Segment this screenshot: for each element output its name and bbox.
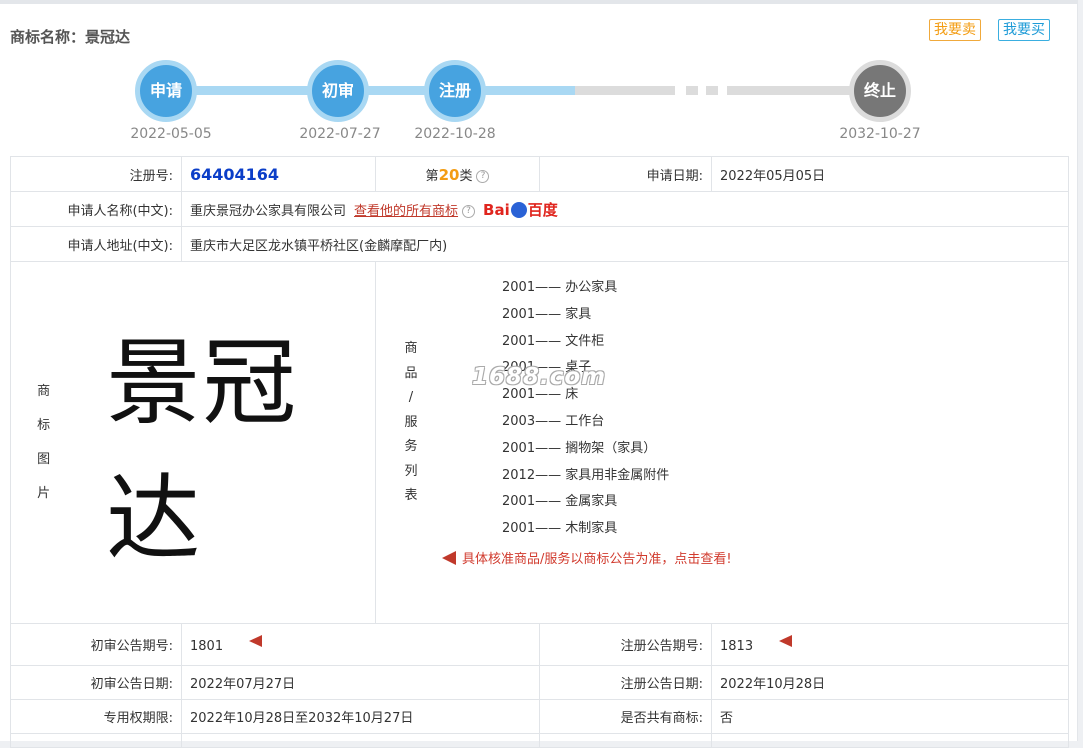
list-item: 2001—— 搁物架（家具） [502, 440, 657, 456]
list-item: 2001—— 木制家具 [502, 521, 618, 537]
megaphone-icon[interactable] [249, 635, 263, 647]
timeline-progress [165, 86, 575, 95]
megaphone-icon [442, 550, 456, 565]
timeline-date: 2022-07-27 [299, 126, 381, 142]
timeline-node-apply: 申请 [135, 60, 197, 122]
shared-label: 是否共有商标: [539, 699, 712, 734]
apply-date-label: 申请日期: [539, 156, 712, 192]
help-icon[interactable]: ? [476, 169, 490, 183]
mark-image-cell: 商 标 图 片 景冠达 [10, 261, 376, 624]
apply-date-value: 2022年05月05日 [711, 156, 1069, 192]
term-label: 专用权期限: [10, 699, 182, 734]
baidu-paw-icon [510, 201, 527, 218]
list-item: 2001—— 家具 [502, 306, 592, 322]
buy-button[interactable]: 我要买 [998, 19, 1050, 41]
goods-cell: 商 品 / 服 务 列 表 2001—— 办公家具 2001—— 家具 2001… [375, 261, 1069, 624]
list-item: 2001—— 办公家具 [502, 280, 618, 295]
timeline-node-prelim: 初审 [307, 60, 369, 122]
reg-notice-date-label: 注册公告日期: [539, 665, 712, 700]
address-label: 申请人地址(中文): [10, 226, 182, 262]
reg-notice-date-value: 2022年10月28日 [711, 665, 1069, 700]
reg-notice-no-cell: 1813 [711, 623, 1069, 666]
timeline-track [575, 86, 675, 95]
goods-notice-link[interactable]: 具体核准商品/服务以商标公告为准，点击查看! [442, 547, 732, 574]
all-trademarks-link[interactable]: 查看他的所有商标 [354, 204, 458, 219]
prelim-no-label: 初审公告期号: [10, 623, 182, 666]
goods-list-label: 商 品 / 服 务 列 表 [404, 341, 418, 503]
timeline-date: 2032-10-27 [839, 126, 921, 142]
timeline-date: 2022-10-28 [414, 126, 496, 142]
timeline-dot [686, 86, 698, 95]
applicant-name: 重庆景冠办公家具有限公司 [190, 203, 347, 219]
prelim-no-value: 1801 [190, 639, 224, 654]
class-suffix: 类 [459, 168, 473, 184]
sell-button[interactable]: 我要卖 [929, 19, 981, 41]
mark-image-label: 商 标 图 片 [37, 383, 51, 501]
goods-list: 2001—— 办公家具 2001—— 家具 2001—— 文件柜 2001—— … [442, 262, 732, 623]
trademark-image: 景冠达 [106, 328, 299, 574]
address-value: 重庆市大足区龙水镇平桥社区(金麟摩配厂内) [181, 226, 1069, 262]
prelim-date-label: 初审公告日期: [10, 665, 182, 700]
list-item: 2001—— 文件柜 [502, 333, 605, 349]
timeline-dot [706, 86, 718, 95]
baidu-logo-text-cn: 百度 [527, 200, 558, 219]
trademark-info-table: 注册号: 64404164 第20类? 申请日期: 2022年05月05日 申请… [10, 156, 1069, 748]
reg-notice-no-label: 注册公告期号: [539, 623, 712, 666]
page-title: 商标名称：景冠达 [10, 28, 131, 46]
list-item: 2003—— 工作台 [502, 413, 605, 429]
timeline-date: 2022-05-05 [130, 126, 212, 142]
applicant-label: 申请人名称(中文): [10, 191, 182, 227]
timeline-node-end: 终止 [849, 60, 911, 122]
class-number: 20 [438, 165, 460, 184]
timeline-node-register: 注册 [424, 60, 486, 122]
applicant-cell: 重庆景冠办公家具有限公司 查看他的所有商标? Bai 百度 [181, 191, 1069, 227]
prelim-date-value: 2022年07月27日 [181, 665, 540, 700]
shared-value: 否 [711, 699, 1069, 734]
reg-notice-no-value: 1813 [720, 639, 754, 654]
watermark: 1688.com [472, 364, 607, 390]
term-value: 2022年10月28日至2032年10月27日 [181, 699, 540, 734]
list-item: 2012—— 家具用非金属附件 [502, 467, 670, 483]
baidu-logo-text: Bai [483, 200, 510, 219]
baidu-search-link[interactable]: Bai 百度 [483, 201, 558, 219]
trademark-panel: 商标名称：景冠达 我要卖 我要买 申请 初审 注册 终止 2022-05-05 … [0, 0, 1078, 748]
megaphone-icon[interactable] [779, 635, 793, 647]
class-prefix: 第 [425, 168, 439, 184]
class-cell: 第20类? [375, 156, 540, 192]
reg-no-label: 注册号: [10, 156, 182, 192]
prelim-no-cell: 1801 [181, 623, 540, 666]
help-icon[interactable]: ? [462, 204, 476, 218]
list-item: 2001—— 金属家具 [502, 494, 618, 510]
reg-no-value: 64404164 [190, 164, 280, 184]
